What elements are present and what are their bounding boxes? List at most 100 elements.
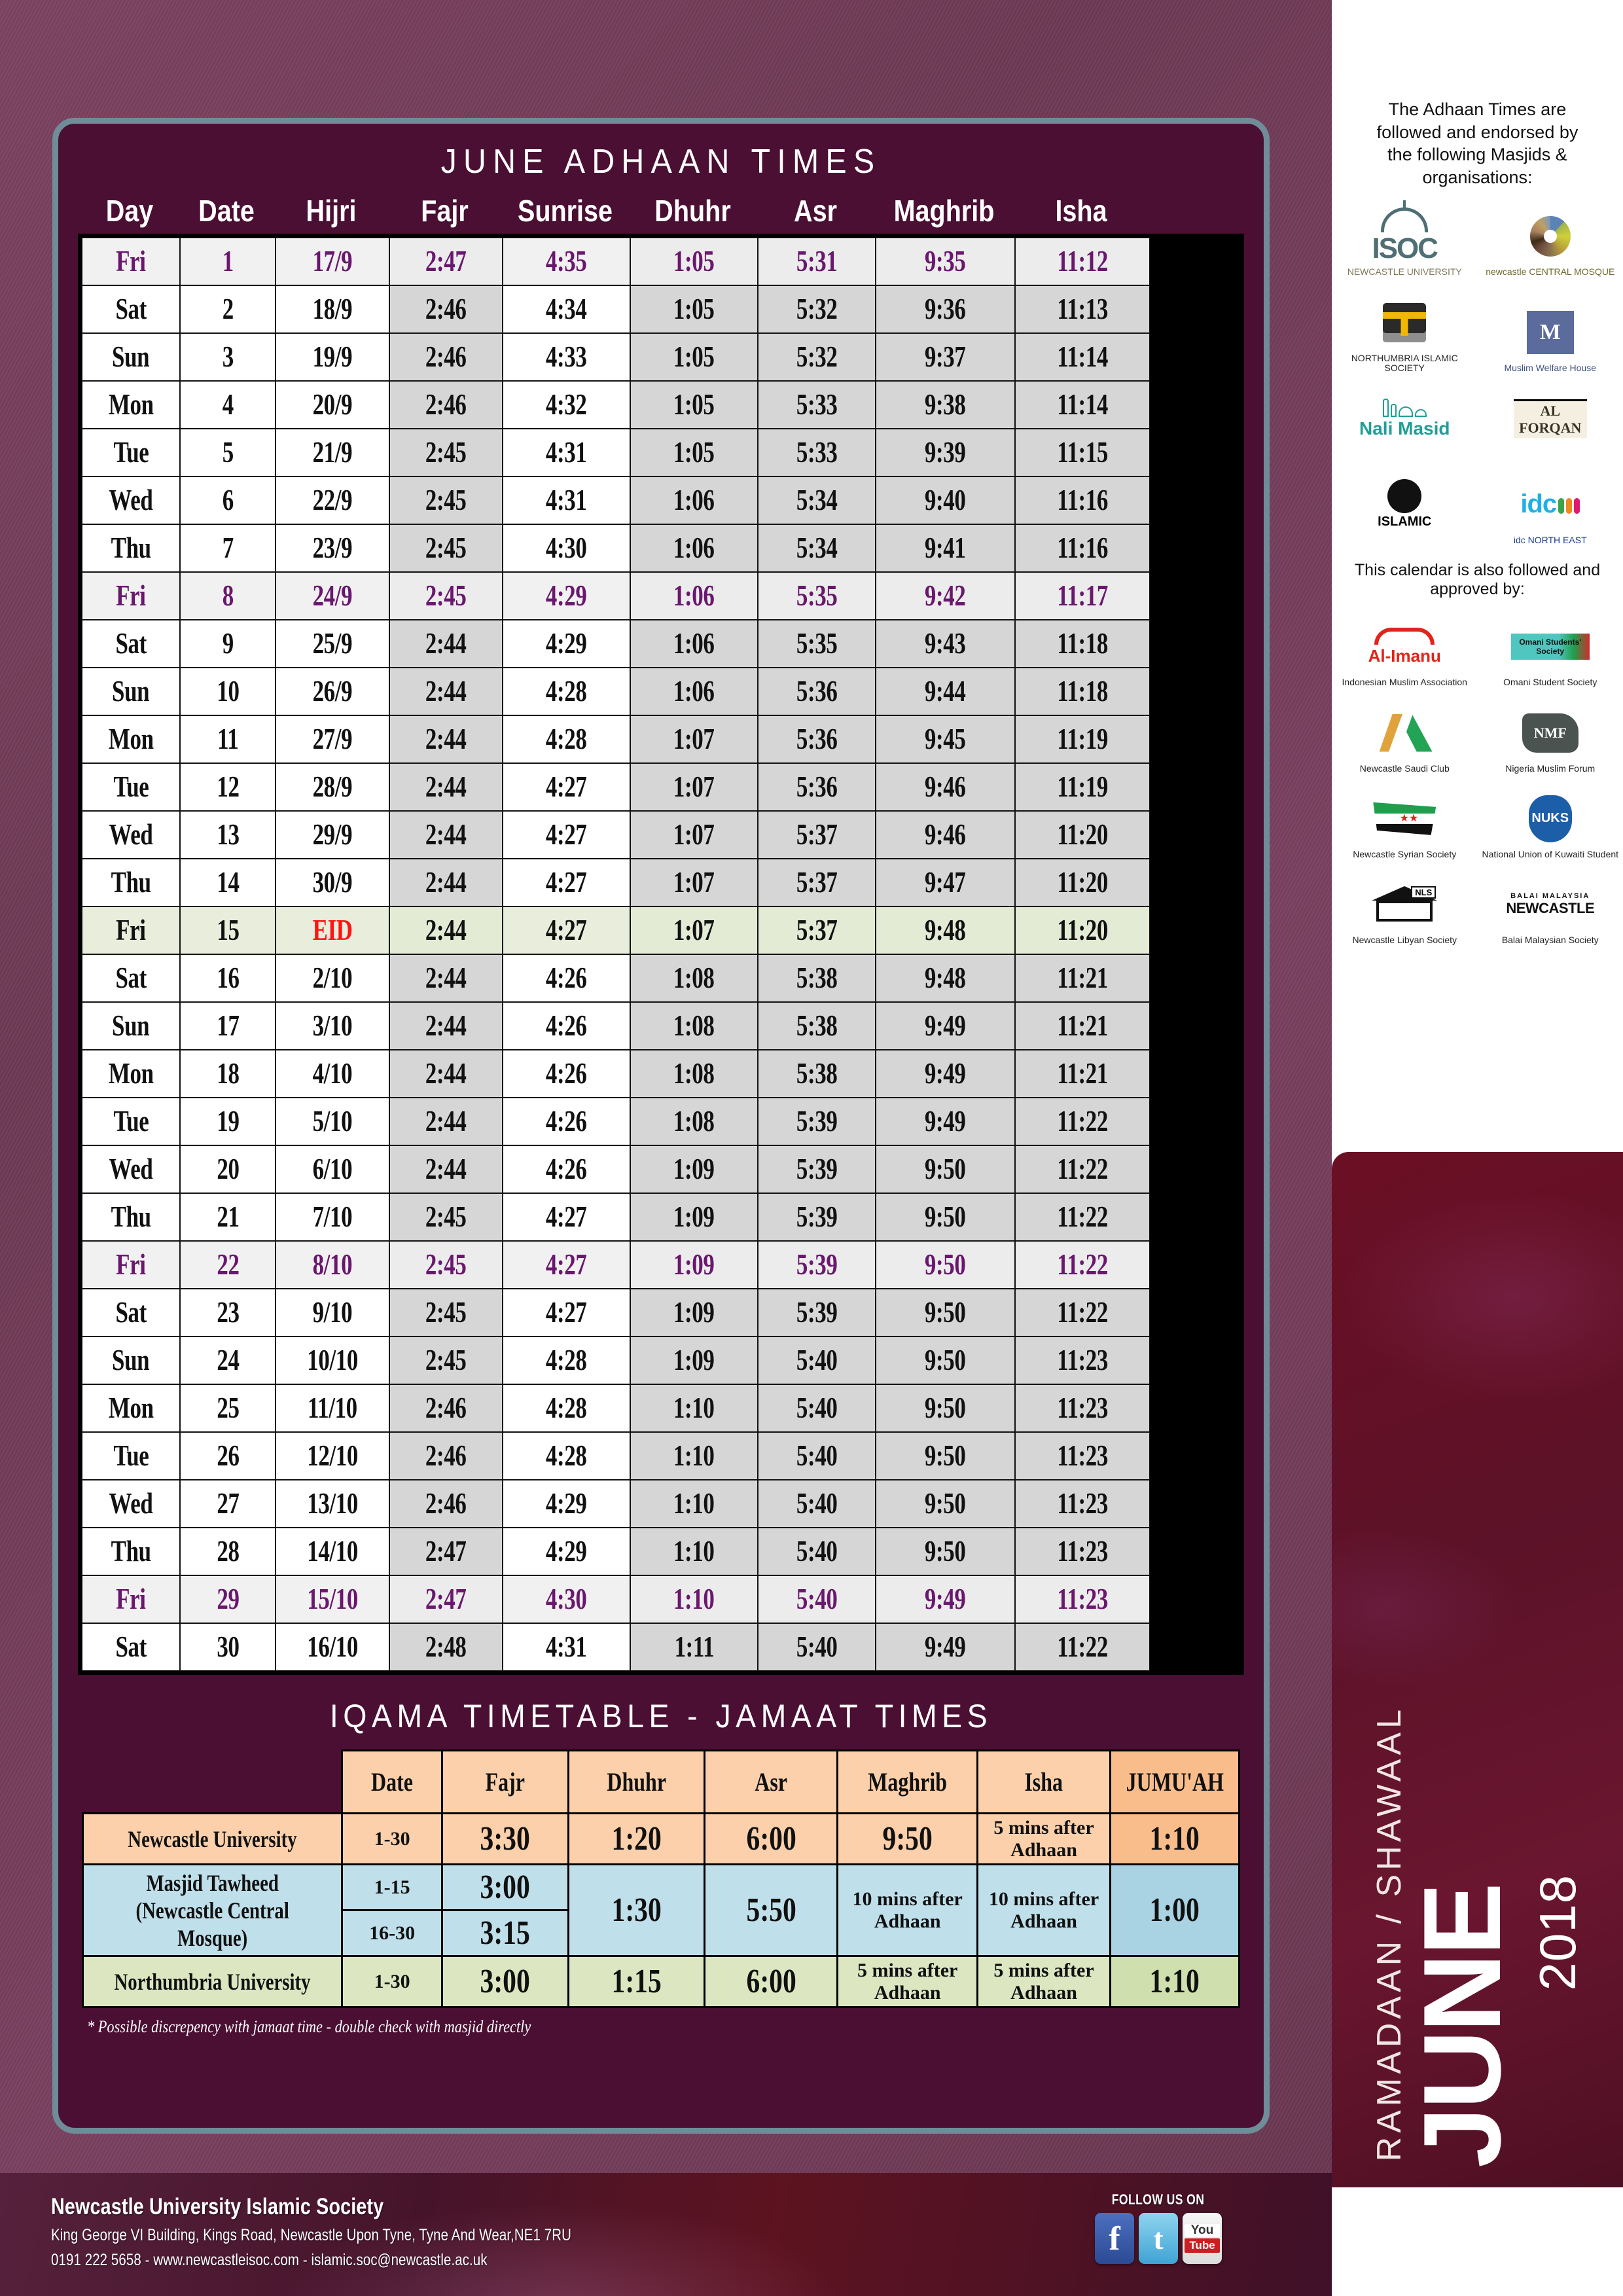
cell-isha: 11:20 — [1015, 811, 1150, 859]
cell-day: Sun — [82, 1336, 180, 1384]
cell-dhuhr: 1:05 — [630, 381, 758, 429]
table-row: Sat 23 9/10 2:45 4:27 1:09 5:39 9:50 11:22 — [82, 1289, 1240, 1336]
cell-maghrib: 9:50 — [876, 1241, 1015, 1289]
cell-sunrise: 4:29 — [503, 620, 630, 668]
cell-asr: 5:39 — [758, 1145, 876, 1193]
facebook-icon[interactable]: f — [1095, 2213, 1134, 2264]
cell-dhuhr: 1:07 — [630, 906, 758, 954]
cell-sunrise: 4:31 — [503, 1623, 630, 1671]
cell-isha: 11:22 — [1015, 1145, 1150, 1193]
cell-fajr: 2:44 — [389, 715, 503, 763]
header-sunrise: Sunrise — [517, 194, 613, 228]
iqama-nu-dhuhr: 1:20 — [567, 1812, 706, 1866]
logo-omani-student-society: Omani Students' Society Omani Student So… — [1478, 611, 1623, 696]
nuks-falcon-icon: NUKS — [1528, 791, 1572, 847]
cell-maghrib: 9:42 — [876, 572, 1015, 620]
cell-fajr: 2:48 — [389, 1623, 503, 1671]
cell-date: 23 — [180, 1289, 276, 1336]
cell-asr: 5:34 — [758, 524, 876, 572]
cell-day: Wed — [82, 476, 180, 524]
logo-caption: Newcastle Libyan Society — [1352, 935, 1457, 946]
cell-hijri: 10/10 — [276, 1336, 389, 1384]
cell-hijri: 9/10 — [276, 1289, 389, 1336]
cell-maghrib: 9:41 — [876, 524, 1015, 572]
cell-date: 15 — [180, 906, 276, 954]
table-row: Wed 13 29/9 2:44 4:27 1:07 5:37 9:46 11:20 — [82, 811, 1240, 859]
cell-dhuhr: 1:08 — [630, 1002, 758, 1050]
cell-fajr: 2:44 — [389, 620, 503, 668]
table-row: Wed 20 6/10 2:44 4:26 1:09 5:39 9:50 11:22 — [82, 1145, 1240, 1193]
cell-day: Wed — [82, 1480, 180, 1528]
cell-day: Fri — [82, 238, 180, 285]
iqama-row-masjid-tawheed-a: Masjid Tawheed (Newcastle Central Mosque… — [81, 1863, 1240, 1958]
crescent-arc-icon: Al-Imanu — [1368, 619, 1441, 675]
cell-date: 30 — [180, 1623, 276, 1671]
cell-hijri: 24/9 — [276, 572, 389, 620]
mosque-skyline-icon: Nali Masid — [1359, 390, 1450, 446]
cell-hijri: 5/10 — [276, 1098, 389, 1145]
iqama-mt-date-2: 16-30 — [341, 1909, 443, 1958]
cell-dhuhr: 1:06 — [630, 620, 758, 668]
cell-fajr: 2:44 — [389, 811, 503, 859]
cell-hijri: 12/10 — [276, 1432, 389, 1480]
cell-fajr: 2:45 — [389, 572, 503, 620]
cell-day: Tue — [82, 429, 180, 476]
logo-caption: Muslim Welfare House — [1504, 362, 1597, 373]
table-row: Tue 19 5/10 2:44 4:26 1:08 5:39 9:49 11:22 — [82, 1098, 1240, 1145]
cell-asr: 5:38 — [758, 954, 876, 1002]
iqama-nb-asr: 6:00 — [704, 1955, 839, 2009]
adhaan-column-headers: Day Date Hijri Fajr Sunrise Dhuhr Asr Ma… — [58, 181, 1264, 234]
youtube-icon[interactable]: You Tube — [1183, 2213, 1222, 2264]
twitter-icon[interactable]: t — [1139, 2213, 1178, 2264]
cell-hijri: 22/9 — [276, 476, 389, 524]
cell-sunrise: 4:35 — [503, 238, 630, 285]
cell-date: 6 — [180, 476, 276, 524]
cell-date: 27 — [180, 1480, 276, 1528]
cell-asr: 5:37 — [758, 811, 876, 859]
iqama-row-newcastle-university: Newcastle University 1-30 3:30 1:20 6:00… — [81, 1812, 1240, 1866]
cell-date: 17 — [180, 1002, 276, 1050]
cell-hijri: 19/9 — [276, 333, 389, 381]
header-date: Date — [198, 194, 255, 228]
cell-date: 29 — [180, 1575, 276, 1623]
endorsement-note: The Adhaan Times are followed and endors… — [1376, 99, 1578, 187]
cell-maghrib: 9:49 — [876, 1002, 1015, 1050]
logo-caption: Indonesian Muslim Association — [1342, 677, 1467, 688]
cell-day: Sat — [82, 285, 180, 333]
cell-dhuhr: 1:09 — [630, 1241, 758, 1289]
cell-fajr: 2:47 — [389, 1575, 503, 1623]
table-row: Fri 29 15/10 2:47 4:30 1:10 5:40 9:49 11:23 — [82, 1575, 1240, 1623]
cell-date: 19 — [180, 1098, 276, 1145]
header-fajr: Fajr — [421, 194, 469, 228]
cell-dhuhr: 1:06 — [630, 572, 758, 620]
cell-isha: 11:22 — [1015, 1289, 1150, 1336]
cell-fajr: 2:45 — [389, 1336, 503, 1384]
logo-newcastle-central-mosque: newcastle CENTRAL MOSQUE — [1478, 200, 1623, 286]
cell-sunrise: 4:27 — [503, 811, 630, 859]
logo-caption: Nigeria Muslim Forum — [1505, 762, 1596, 774]
header-asr: Asr — [794, 194, 837, 228]
cell-fajr: 2:46 — [389, 1432, 503, 1480]
cell-asr: 5:35 — [758, 620, 876, 668]
cell-asr: 5:37 — [758, 859, 876, 906]
approval-note: This calendar is also followed and appro… — [1354, 561, 1601, 599]
iqama-mt-date-1: 1-15 — [341, 1863, 443, 1912]
nmf-map-icon: NMF — [1522, 705, 1578, 761]
iqama-nu-isha: 5 mins after Adhaan — [976, 1812, 1112, 1866]
cell-maghrib: 9:35 — [876, 238, 1015, 285]
cell-sunrise: 4:28 — [503, 668, 630, 715]
header-dhuhr: Dhuhr — [654, 194, 731, 228]
logo-caption: Newcastle Syrian Society — [1353, 848, 1457, 859]
cell-maghrib: 9:50 — [876, 1480, 1015, 1528]
cell-maghrib: 9:46 — [876, 763, 1015, 811]
omani-skyline-icon: Omani Students' Society — [1510, 619, 1590, 675]
iqama-title: IQAMA TIMETABLE - JAMAAT TIMES — [329, 1698, 993, 1734]
cell-fajr: 2:47 — [389, 1528, 503, 1575]
cell-maghrib: 9:36 — [876, 285, 1015, 333]
cell-dhuhr: 1:10 — [630, 1432, 758, 1480]
cell-day: Sat — [82, 1289, 180, 1336]
cell-fajr: 2:44 — [389, 859, 503, 906]
iqama-nu-maghrib: 9:50 — [836, 1812, 978, 1866]
iqama-nb-maghrib: 5 mins after Adhaan — [836, 1955, 978, 2009]
cell-isha: 11:19 — [1015, 763, 1150, 811]
